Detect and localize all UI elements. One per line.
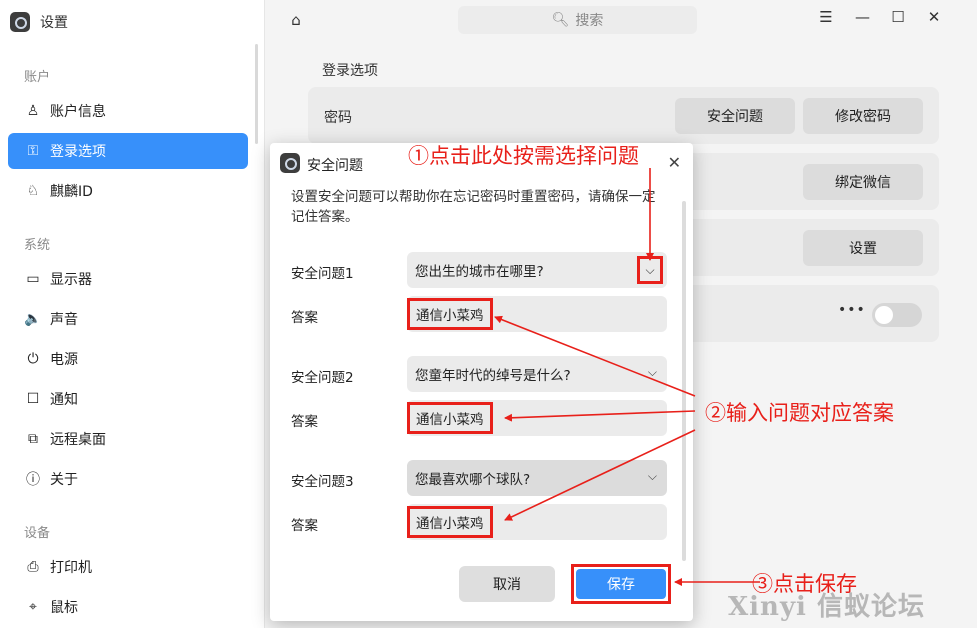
sidebar-item-display[interactable]: ▭ 显示器 <box>8 261 248 297</box>
save-button-highlight[interactable]: 保存 <box>571 564 671 604</box>
sidebar-item-label: 声音 <box>50 312 78 328</box>
answer-1-value: 通信小菜鸡 <box>407 298 493 330</box>
search-icon: 🔍︎ <box>551 12 570 28</box>
question-2-value: 您童年时代的绰号是什么? <box>415 368 571 384</box>
menu-icon[interactable]: ☰ <box>819 8 833 26</box>
password-row: 密码 安全问题 修改密码 <box>308 87 939 144</box>
home-icon[interactable]: ⌂ <box>287 11 305 29</box>
watermark: Xinyi 信蚁论坛 <box>728 592 925 622</box>
password-label: 密码 <box>324 110 352 126</box>
info-icon: ⓘ <box>26 472 40 488</box>
change-password-button[interactable]: 修改密码 <box>803 98 923 134</box>
settings-button[interactable]: 设置 <box>803 230 923 266</box>
monitor-icon: ▭ <box>26 271 40 287</box>
kylin-id-icon: ♘ <box>26 183 40 199</box>
power-icon: ⏻ <box>27 351 39 367</box>
sidebar-item-label: 打印机 <box>50 560 92 576</box>
save-button[interactable]: 保存 <box>576 569 666 599</box>
toggle-switch[interactable] <box>872 303 922 327</box>
sidebar-item-mouse[interactable]: ⌖ 鼠标 <box>8 589 248 625</box>
answer-1-field[interactable]: 通信小菜鸡 <box>407 296 667 332</box>
user-icon: ♙ <box>26 103 40 119</box>
sidebar-item-label: 关于 <box>50 472 78 488</box>
sidebar-item-label: 电源 <box>50 352 78 368</box>
sidebar-item-notification[interactable]: ☐ 通知 <box>8 381 248 417</box>
chevron-down-icon: ⌵ <box>647 365 657 379</box>
sidebar-item-label: 登录选项 <box>50 144 106 160</box>
bind-wechat-button[interactable]: 绑定微信 <box>803 164 923 200</box>
settings-app-icon <box>280 153 300 173</box>
sidebar-item-about[interactable]: ⓘ 关于 <box>8 461 248 497</box>
question-1-select[interactable]: 您出生的城市在哪里? ⌵ <box>407 252 667 288</box>
window-controls: ☰ — ☐ ✕ <box>819 8 941 26</box>
search-input[interactable]: 🔍︎ 搜索 <box>458 6 697 34</box>
answer-2-value: 通信小菜鸡 <box>407 402 493 434</box>
sidebar-item-login-options[interactable]: ⚿ 登录选项 <box>8 133 248 169</box>
section-account: 账户 <box>24 70 51 85</box>
question-3-select[interactable]: 您最喜欢哪个球队? ⌵ <box>407 460 667 496</box>
key-icon: ⚿ <box>27 143 39 159</box>
close-icon[interactable]: ✕ <box>927 8 941 26</box>
answer-2-field[interactable]: 通信小菜鸡 <box>407 400 667 436</box>
speaker-icon: 🔈 <box>24 311 42 327</box>
sidebar-item-account-info[interactable]: ♙ 账户信息 <box>8 93 248 129</box>
sidebar-item-power[interactable]: ⏻ 电源 <box>8 341 248 377</box>
answer-3-label: 答案 <box>291 518 318 534</box>
search-placeholder: 搜索 <box>575 13 604 29</box>
app-header: 设置 <box>10 10 68 34</box>
question-3-value: 您最喜欢哪个球队? <box>415 472 531 488</box>
sidebar-item-remote-desktop[interactable]: ⧉ 远程桌面 <box>8 421 248 457</box>
maximize-icon[interactable]: ☐ <box>891 8 905 26</box>
sidebar-item-printer[interactable]: ⎙ 打印机 <box>8 549 248 585</box>
question-2-select[interactable]: 您童年时代的绰号是什么? ⌵ <box>407 356 667 392</box>
dialog-scrollbar[interactable] <box>682 201 686 561</box>
security-question-dialog: 安全问题 ✕ 设置安全问题可以帮助你在忘记密码时重置密码，请确保一定记住答案。 … <box>270 143 693 621</box>
question-1-value: 您出生的城市在哪里? <box>415 264 544 280</box>
sidebar-item-sound[interactable]: 🔈 声音 <box>8 301 248 337</box>
answer-2-label: 答案 <box>291 414 318 430</box>
sidebar-item-label: 远程桌面 <box>50 432 106 448</box>
more-icon[interactable]: ••• <box>838 302 866 318</box>
page-title: 登录选项 <box>322 63 378 79</box>
sidebar-item-label: 麒麟ID <box>50 184 93 200</box>
remote-desktop-icon: ⧉ <box>28 431 38 447</box>
dialog-description: 设置安全问题可以帮助你在忘记密码时重置密码，请确保一定记住答案。 <box>291 189 656 225</box>
answer-1-label: 答案 <box>291 310 318 326</box>
settings-app-icon <box>10 12 30 32</box>
question-2-label: 安全问题2 <box>291 370 354 386</box>
sidebar-item-label: 通知 <box>50 392 78 408</box>
app-title: 设置 <box>40 15 68 31</box>
sidebar-item-kylin-id[interactable]: ♘ 麒麟ID <box>8 173 248 209</box>
mouse-icon: ⌖ <box>29 599 37 615</box>
close-icon[interactable]: ✕ <box>668 153 681 172</box>
sidebar-item-label: 显示器 <box>50 272 92 288</box>
cancel-button[interactable]: 取消 <box>459 566 555 602</box>
chevron-down-icon: ⌵ <box>647 469 657 483</box>
notification-icon: ☐ <box>26 391 40 407</box>
question-3-label: 安全问题3 <box>291 474 354 490</box>
sidebar-item-label: 鼠标 <box>50 600 78 616</box>
minimize-icon[interactable]: — <box>855 8 870 26</box>
question-1-label: 安全问题1 <box>291 266 354 282</box>
printer-icon: ⎙ <box>27 559 39 575</box>
sidebar: 设置 账户 ♙ 账户信息 ⚿ 登录选项 ♘ 麒麟ID 系统 ▭ 显示器 🔈 声音… <box>0 0 265 628</box>
sidebar-scrollbar[interactable] <box>255 44 258 144</box>
section-devices: 设备 <box>24 526 51 541</box>
dialog-title: 安全问题 <box>307 158 363 174</box>
answer-3-field[interactable]: 通信小菜鸡 <box>407 504 667 540</box>
chevron-down-icon[interactable]: ⌵ <box>637 256 663 284</box>
answer-3-value: 通信小菜鸡 <box>407 506 493 538</box>
annotation-step1: ①点击此处按需选择问题 <box>408 144 639 168</box>
annotation-step2: ②输入问题对应答案 <box>705 401 894 425</box>
sidebar-item-label: 账户信息 <box>50 104 106 120</box>
security-question-button[interactable]: 安全问题 <box>675 98 795 134</box>
section-system: 系统 <box>24 238 51 253</box>
